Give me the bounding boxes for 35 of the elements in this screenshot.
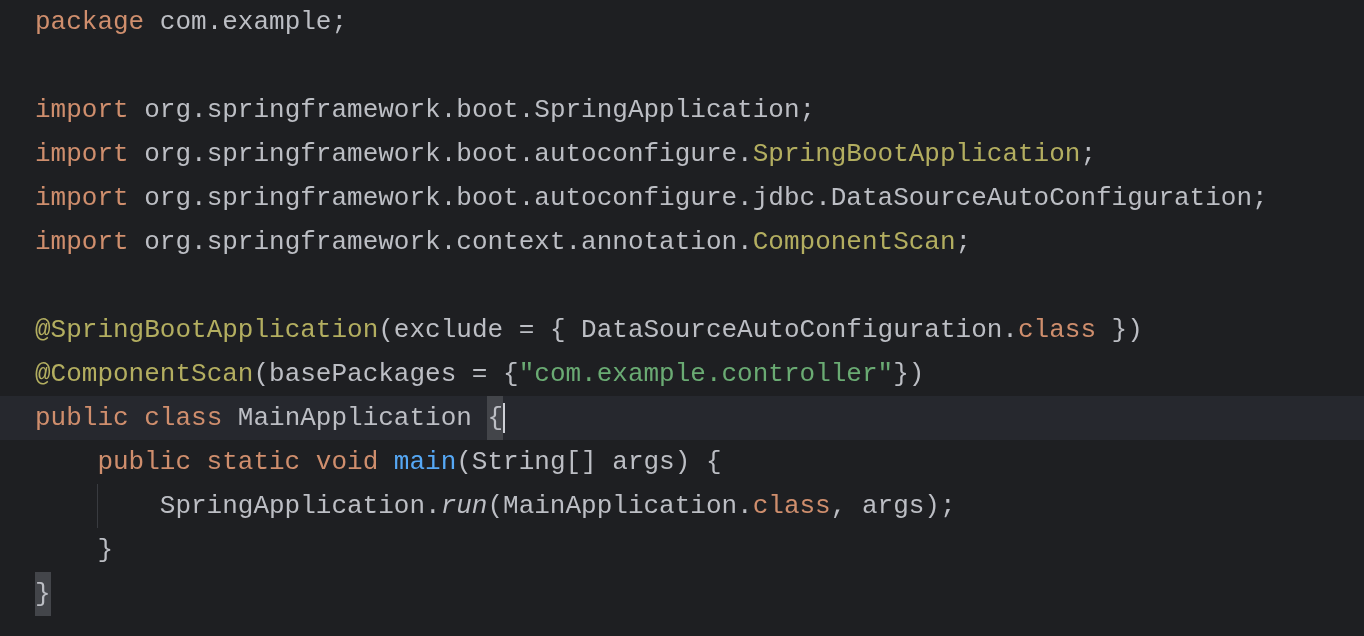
method-call: run [440, 490, 488, 523]
code-text: }) [1110, 314, 1143, 347]
keyword-text: public static void [97, 446, 379, 479]
code-text: ; [955, 226, 972, 259]
code-text: SpringApplication. [159, 490, 441, 523]
code-text: org.springframework.boot.SpringApplication; [143, 94, 816, 127]
keyword-text: import [35, 226, 129, 259]
code-text: org.springframework.boot.autoconfigure.jdbc.DataSourceAutoConfiguration; [143, 182, 1268, 215]
keyword-text: package [35, 6, 145, 39]
code-text: (MainApplication. [487, 490, 753, 523]
matched-brace: { [487, 396, 504, 440]
keyword-text: import [35, 182, 129, 215]
code-text: (exclude = { DataSourceAutoConfiguration. [378, 314, 1018, 347]
keyword-text: class [1018, 314, 1096, 347]
keyword-text: public class [35, 402, 223, 435]
code-text: com.example; [158, 6, 348, 39]
code-text: ; [1080, 138, 1096, 171]
code-text: (basePackages = { [253, 358, 519, 391]
code-text: org.springframework.context.annotation. [143, 226, 753, 259]
keyword-text: import [35, 94, 129, 127]
method-name: main [392, 446, 457, 479]
matched-brace: } [35, 572, 51, 616]
code-text: (String[] args) { [456, 446, 722, 479]
code-text: org.springframework.boot.autoconfigure. [143, 138, 753, 171]
keyword-text: import [35, 138, 129, 171]
annotation-text: @ComponentScan [35, 358, 254, 391]
code-text: } [97, 534, 113, 567]
annotation-text: SpringBootApplication [752, 138, 1081, 171]
annotation-text: ComponentScan [752, 226, 956, 259]
annotation-text: @SpringBootApplication [35, 314, 379, 347]
code-text: MainApplication [236, 402, 473, 435]
keyword-text: class [752, 490, 831, 523]
code-text: }) [893, 358, 925, 391]
code-text: , args); [830, 490, 956, 523]
string-literal: "com.example.controller" [518, 358, 894, 391]
